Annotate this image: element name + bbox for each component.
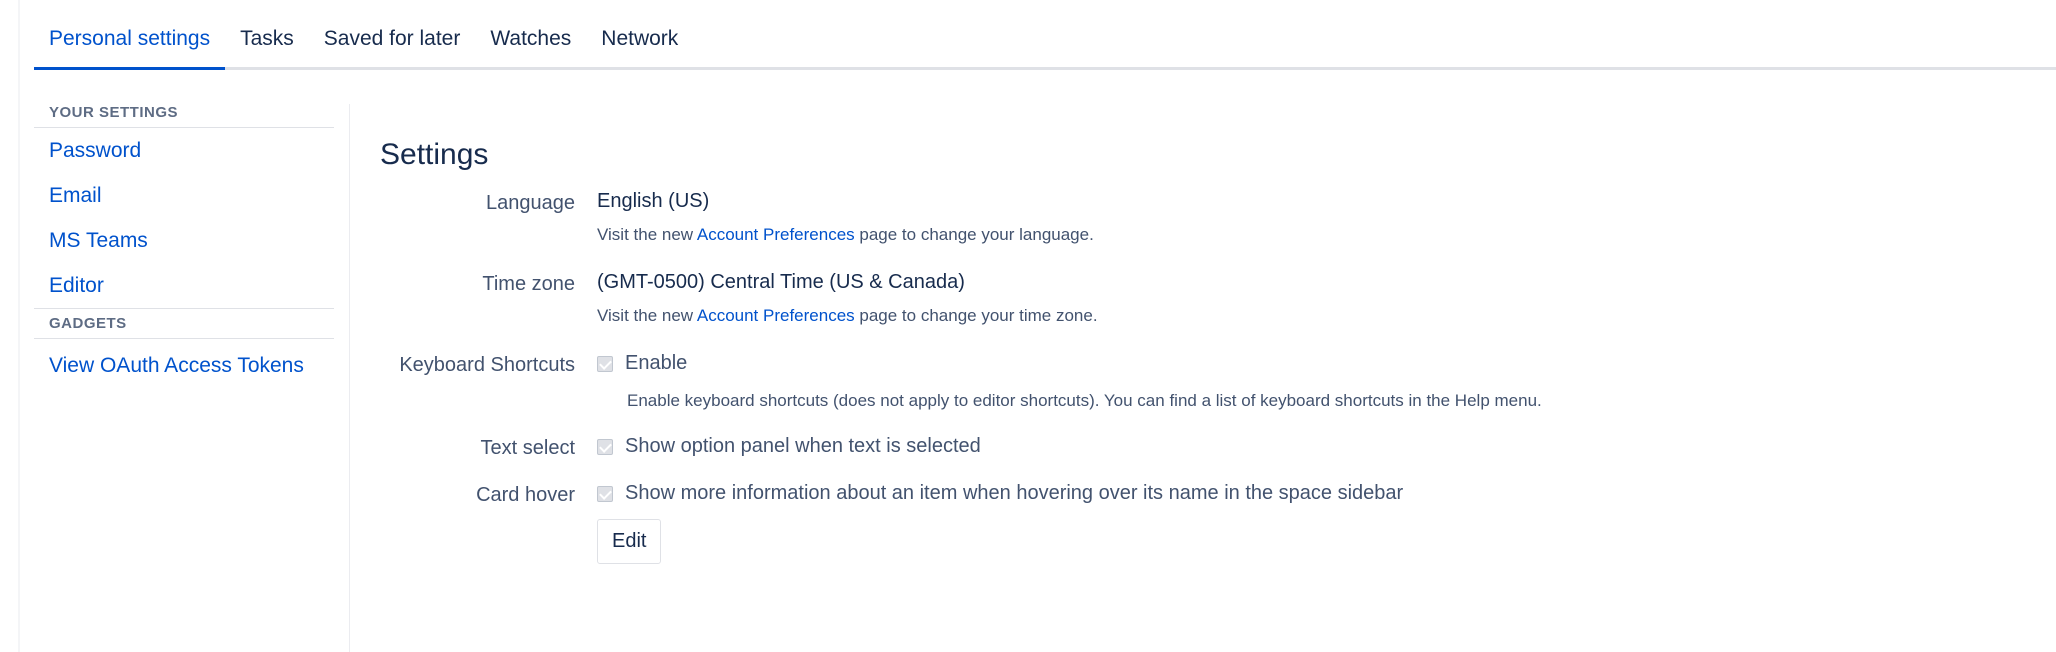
timezone-label: Time zone	[482, 273, 575, 295]
keyboard-shortcuts-checkbox[interactable]	[597, 355, 613, 372]
text-select-checkbox-label: Show option panel when text is selected	[625, 435, 981, 457]
sidebar-item-password[interactable]: Password	[34, 128, 334, 173]
keyboard-shortcuts-row: Keyboard Shortcuts Enable Enable keyboar…	[380, 352, 2020, 411]
sidebar-item-email[interactable]: Email	[34, 173, 334, 218]
sidebar-item-editor[interactable]: Editor	[34, 263, 334, 308]
edit-button[interactable]: Edit	[597, 519, 662, 564]
card-hover-label: Card hover	[476, 484, 575, 506]
language-row: Language English (US) Visit the new Acco…	[380, 190, 2020, 245]
sidebar-heading-your-settings: YOUR SETTINGS	[34, 104, 334, 128]
timezone-row: Time zone (GMT-0500) Central Time (US & …	[380, 271, 2020, 326]
tab-watches[interactable]: Watches	[475, 0, 586, 70]
card-hover-checkbox[interactable]	[597, 485, 613, 502]
sidebar: YOUR SETTINGS Password Email MS Teams Ed…	[34, 104, 334, 652]
card-hover-checkbox-label: Show more information about an item when…	[625, 482, 1404, 504]
sidebar-divider	[349, 104, 350, 652]
account-preferences-link[interactable]: Account Preferences	[697, 225, 855, 244]
text-select-label: Text select	[480, 437, 575, 459]
timezone-value: (GMT-0500) Central Time (US & Canada)	[597, 271, 965, 293]
language-help: Visit the new Account Preferences page t…	[597, 225, 1094, 244]
tab-network[interactable]: Network	[586, 0, 693, 70]
top-tabs: Personal settings Tasks Saved for later …	[34, 0, 2056, 70]
settings-main: Settings Language English (US) Visit the…	[380, 138, 2020, 564]
card-hover-row: Card hover Show more information about a…	[380, 482, 2020, 507]
language-value: English (US)	[597, 190, 710, 212]
sidebar-item-oauth-tokens[interactable]: View OAuth Access Tokens	[34, 343, 334, 388]
account-preferences-link[interactable]: Account Preferences	[697, 306, 855, 325]
text-select-row: Text select Show option panel when text …	[380, 435, 2020, 460]
page-title: Settings	[380, 138, 489, 171]
keyboard-shortcuts-checkbox-label: Enable	[625, 352, 688, 374]
sidebar-item-ms-teams[interactable]: MS Teams	[34, 218, 334, 263]
keyboard-shortcuts-help: Enable keyboard shortcuts (does not appl…	[627, 391, 1542, 410]
tab-saved-for-later[interactable]: Saved for later	[309, 0, 476, 70]
text-select-checkbox[interactable]	[597, 438, 613, 455]
sidebar-heading-gadgets: GADGETS	[34, 308, 334, 339]
keyboard-shortcuts-label: Keyboard Shortcuts	[399, 354, 575, 376]
language-label: Language	[486, 192, 575, 214]
tab-tasks[interactable]: Tasks	[225, 0, 309, 70]
tab-personal-settings[interactable]: Personal settings	[34, 0, 226, 70]
timezone-help: Visit the new Account Preferences page t…	[597, 306, 1098, 325]
actions-row: Edit	[380, 519, 2020, 564]
